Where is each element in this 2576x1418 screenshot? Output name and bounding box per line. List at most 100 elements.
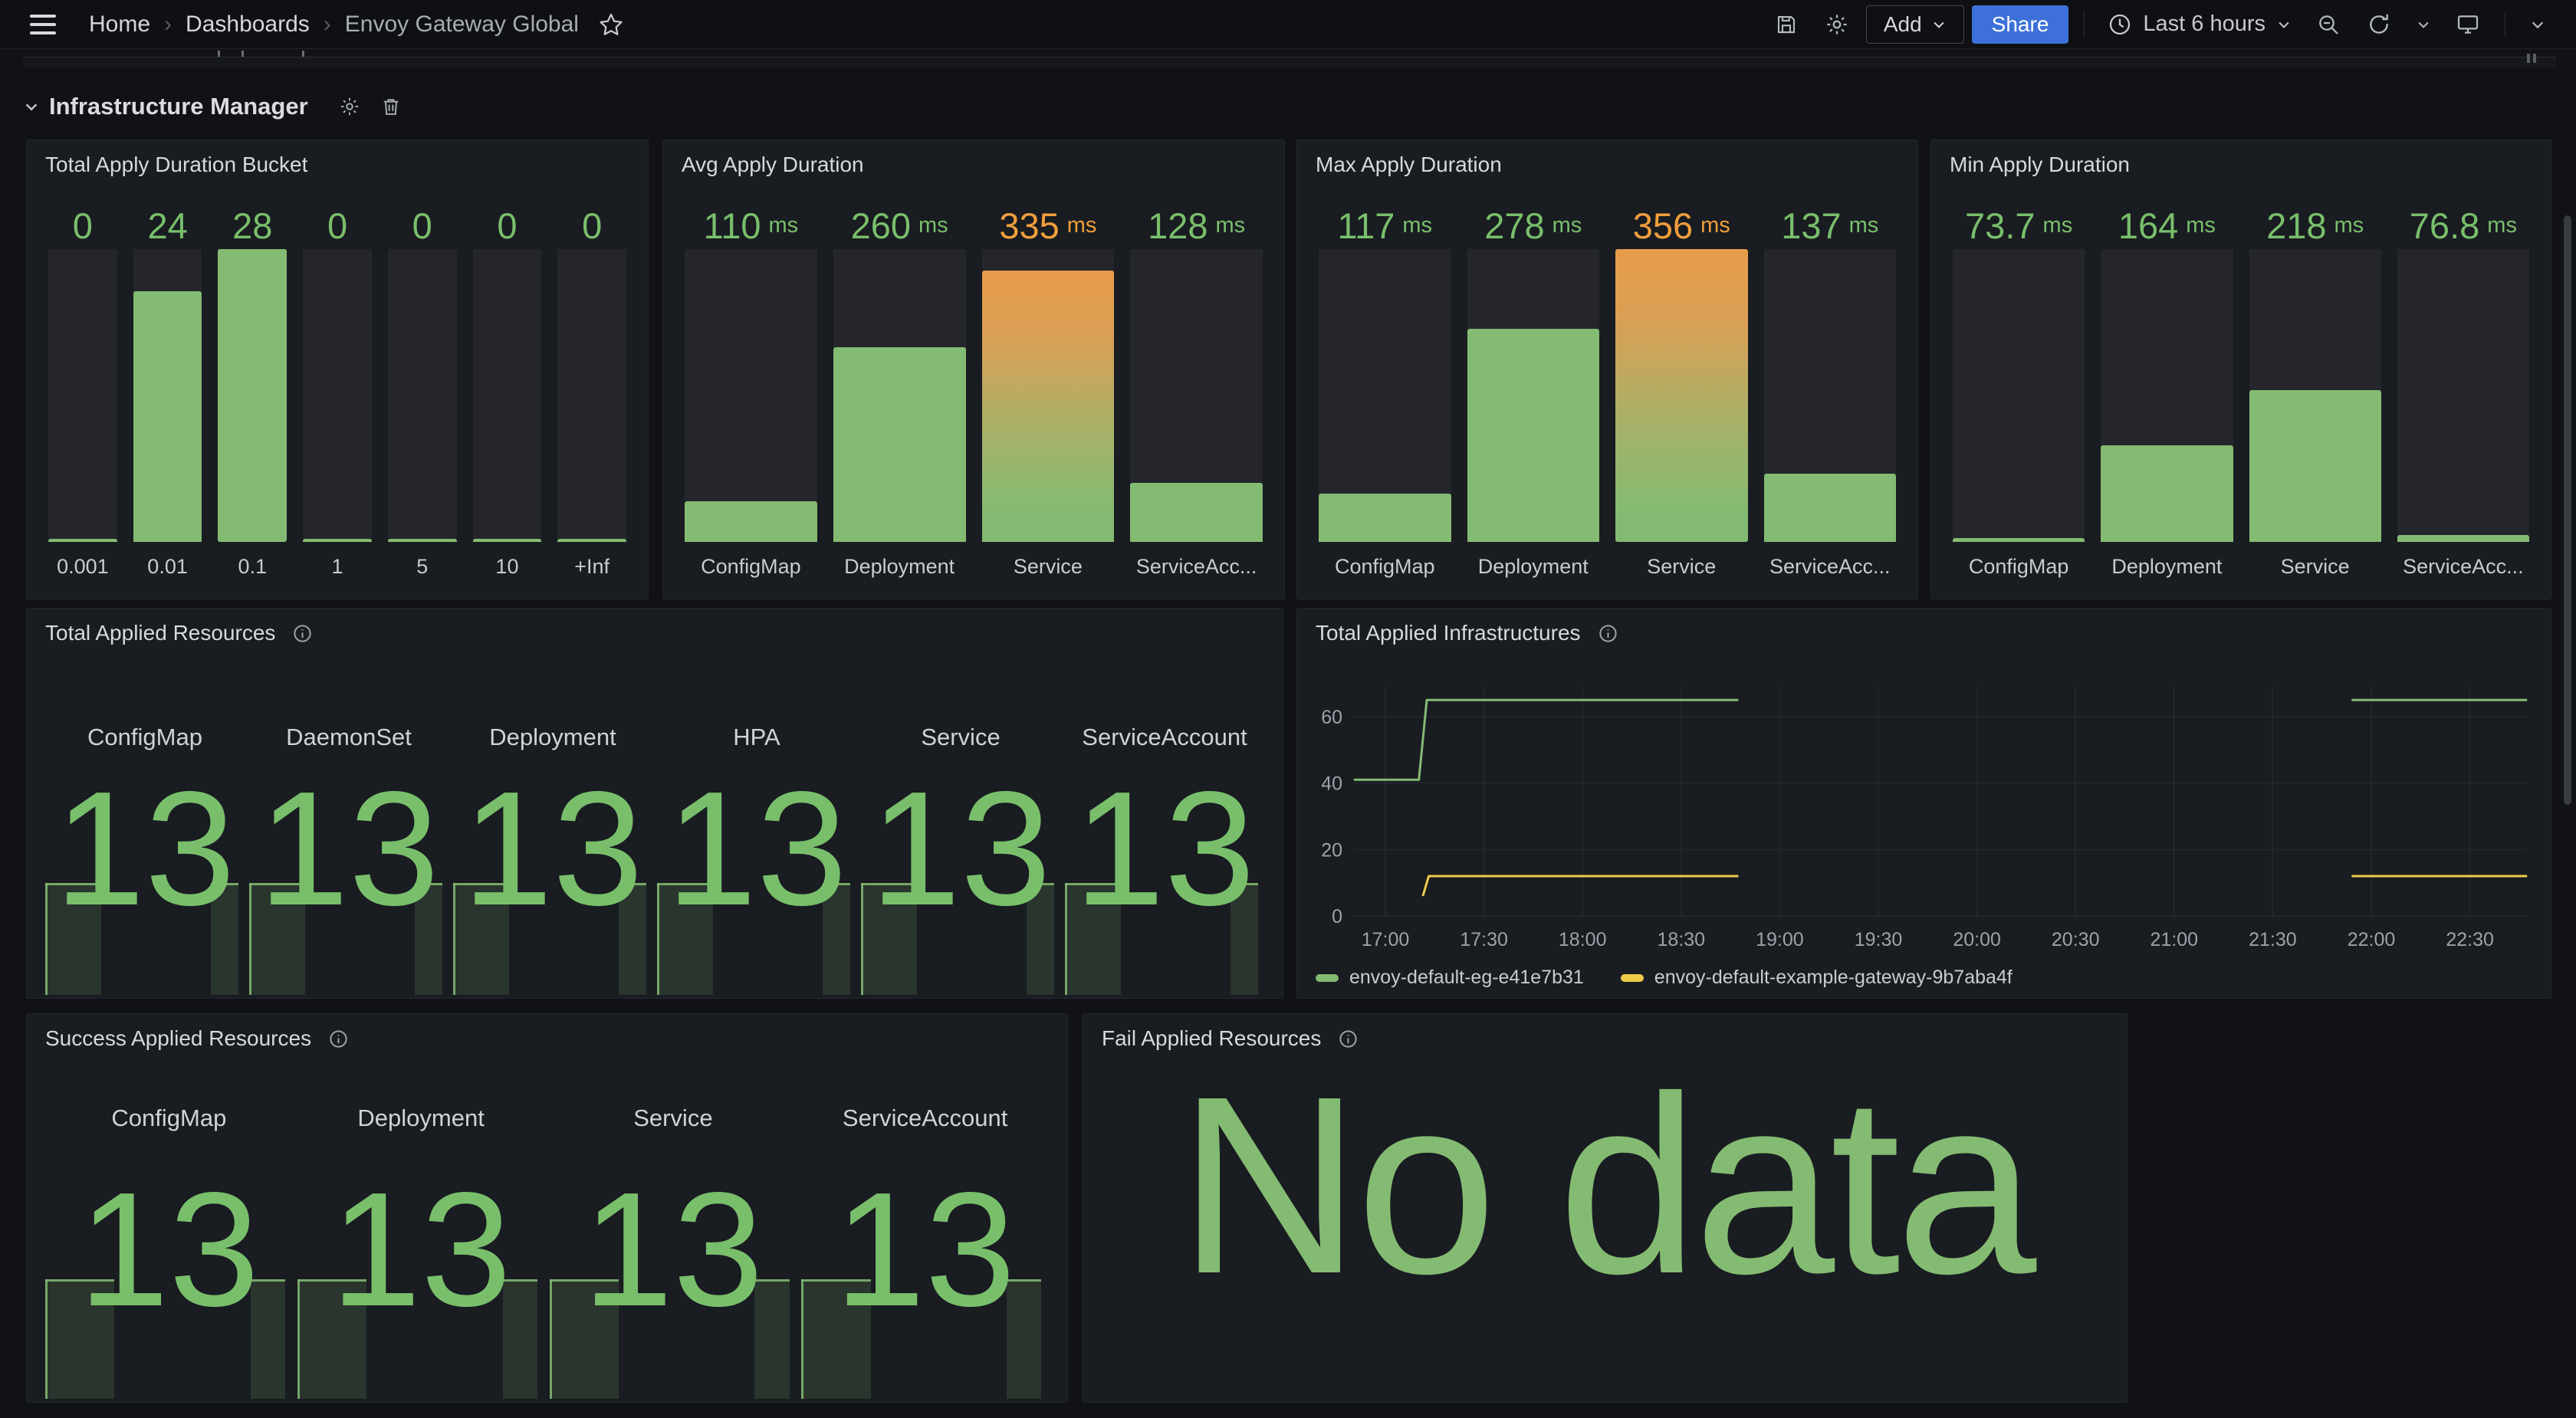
bar-track (133, 249, 202, 542)
no-data-message: No data (1083, 1039, 2127, 1331)
row-delete-trash-icon[interactable] (380, 96, 402, 117)
bar-track (1615, 249, 1748, 542)
legend-label: envoy-default-example-gateway-9b7aba4f (1654, 967, 2013, 989)
bar-track (473, 249, 542, 542)
stat-service: Service13 (550, 1014, 797, 1400)
clipped-tick (218, 51, 220, 57)
refresh-icon[interactable] (2358, 3, 2400, 46)
stat-label: ServiceAccount (801, 1105, 1049, 1132)
bar-fill (1764, 474, 1897, 542)
zoom-out-icon[interactable] (2307, 3, 2350, 46)
bar-value-unit: ms (918, 213, 948, 238)
bar-value: 137ms (1764, 202, 1897, 249)
bar-column: 76.8msServiceAcc... (2397, 202, 2529, 580)
time-series-svg: 020406017:0017:3018:0018:3019:0019:3020:… (1297, 609, 2552, 999)
bar-gauge: 00.001240.01280.101050100+Inf (48, 202, 626, 580)
bar-fill (557, 539, 626, 542)
stat-label: ServiceAccount (1065, 724, 1264, 751)
panel-title[interactable]: Min Apply Duration (1950, 153, 2130, 177)
breadcrumb-item[interactable]: Dashboards (186, 11, 310, 38)
legend-label: envoy-default-eg-e41e7b31 (1349, 967, 1584, 989)
bar-track (218, 249, 287, 542)
stat-value: 13 (45, 767, 245, 930)
page-scrollbar[interactable] (2564, 215, 2571, 805)
bar-value-unit: ms (1067, 213, 1097, 238)
panel-title[interactable]: Total Apply Duration Bucket (45, 153, 307, 177)
bar-axis-label: Service (2249, 542, 2381, 580)
share-button[interactable]: Share (1972, 5, 2069, 44)
x-axis-tick: 22:00 (2348, 929, 2396, 950)
kiosk-monitor-icon[interactable] (2446, 3, 2489, 46)
panel-title[interactable]: Avg Apply Duration (682, 153, 864, 177)
chevron-down-icon[interactable] (23, 98, 40, 115)
stat-value: 13 (861, 767, 1060, 930)
stat-value: 13 (550, 1168, 797, 1331)
stat-value: 13 (801, 1168, 1049, 1331)
bar-fill (473, 539, 542, 542)
bar-axis-label: Deployment (833, 542, 966, 580)
bar-axis-label: 1 (303, 542, 372, 580)
bar-axis-label: Service (1615, 542, 1748, 580)
breadcrumb-separator: › (164, 11, 172, 38)
x-axis-tick: 18:30 (1658, 929, 1706, 950)
stat-row: ConfigMap13Deployment13Service13ServiceA… (45, 1014, 1049, 1400)
bar-value: 356ms (1615, 202, 1748, 249)
bar-fill (1467, 329, 1600, 542)
row-title[interactable]: Infrastructure Manager (49, 93, 308, 120)
bar-value-unit: ms (1700, 213, 1730, 238)
bar-column: 01 (303, 202, 372, 580)
panel-resize-handle (2533, 54, 2536, 63)
collapse-nav-chevron-icon[interactable] (2521, 3, 2555, 46)
stat-serviceaccount: ServiceAccount13 (1065, 609, 1264, 996)
panel-title[interactable]: Max Apply Duration (1316, 153, 1502, 177)
stat-configmap: ConfigMap13 (45, 1014, 293, 1400)
stat-label: ConfigMap (45, 1105, 293, 1132)
bar-track (388, 249, 457, 542)
bar-track (1130, 249, 1263, 542)
bar-value-unit: ms (2043, 213, 2073, 238)
time-range-picker[interactable]: Last 6 hours (2100, 3, 2299, 46)
bar-value-unit: ms (2334, 213, 2364, 238)
bar-gauge: 110msConfigMap260msDeployment335msServic… (685, 202, 1263, 580)
breadcrumb-item[interactable]: Envoy Gateway Global (345, 11, 579, 38)
bar-value: 0 (388, 202, 457, 249)
gear-icon[interactable] (1815, 3, 1858, 46)
bar-axis-label: 5 (388, 542, 457, 580)
stat-serviceaccount: ServiceAccount 13 (801, 1014, 1049, 1400)
bar-fill (303, 539, 372, 542)
y-axis-tick: 40 (1321, 773, 1342, 795)
bar-axis-label: 10 (473, 542, 542, 580)
bar-track (1319, 249, 1451, 542)
breadcrumb-item[interactable]: Home (89, 11, 150, 38)
bar-axis-label: ServiceAcc... (1130, 542, 1263, 580)
bar-value-unit: ms (1216, 213, 1246, 238)
refresh-interval-chevron-icon[interactable] (2408, 3, 2439, 46)
bar-axis-label: ServiceAcc... (2397, 542, 2529, 580)
bar-value-unit: ms (2487, 213, 2517, 238)
row-settings-gear-icon[interactable] (339, 96, 360, 117)
bar-fill (2249, 390, 2381, 542)
time-series-chart: 020406017:0017:3018:0018:3019:0019:3020:… (1297, 609, 2551, 998)
bar-value-unit: ms (1402, 213, 1432, 238)
hamburger-menu-icon[interactable] (21, 3, 64, 46)
add-button-label: Add (1884, 12, 1922, 37)
x-axis-tick: 21:30 (2249, 929, 2297, 950)
save-icon[interactable] (1765, 3, 1808, 46)
legend-item[interactable]: envoy-default-eg-e41e7b31 (1316, 967, 1584, 989)
x-axis-tick: 22:30 (2446, 929, 2494, 950)
stat-label: Deployment (297, 1105, 545, 1132)
legend-color-pill (1621, 974, 1644, 982)
add-button[interactable]: Add (1866, 5, 1964, 44)
bar-axis-label: 0.001 (48, 542, 117, 580)
bar-track (2397, 249, 2529, 542)
stat-value: 13 (453, 767, 652, 930)
clipped-panel-remnant (23, 57, 2556, 68)
bar-column: 128msServiceAcc... (1130, 202, 1263, 580)
bar-value: 0 (473, 202, 542, 249)
star-icon[interactable] (590, 3, 632, 46)
x-axis-tick: 17:30 (1460, 929, 1508, 950)
legend-item[interactable]: envoy-default-example-gateway-9b7aba4f (1621, 967, 2013, 989)
y-axis-tick: 20 (1321, 839, 1342, 861)
breadcrumb: Home›Dashboards›Envoy Gateway Global (89, 11, 579, 38)
bar-fill (2101, 445, 2233, 542)
